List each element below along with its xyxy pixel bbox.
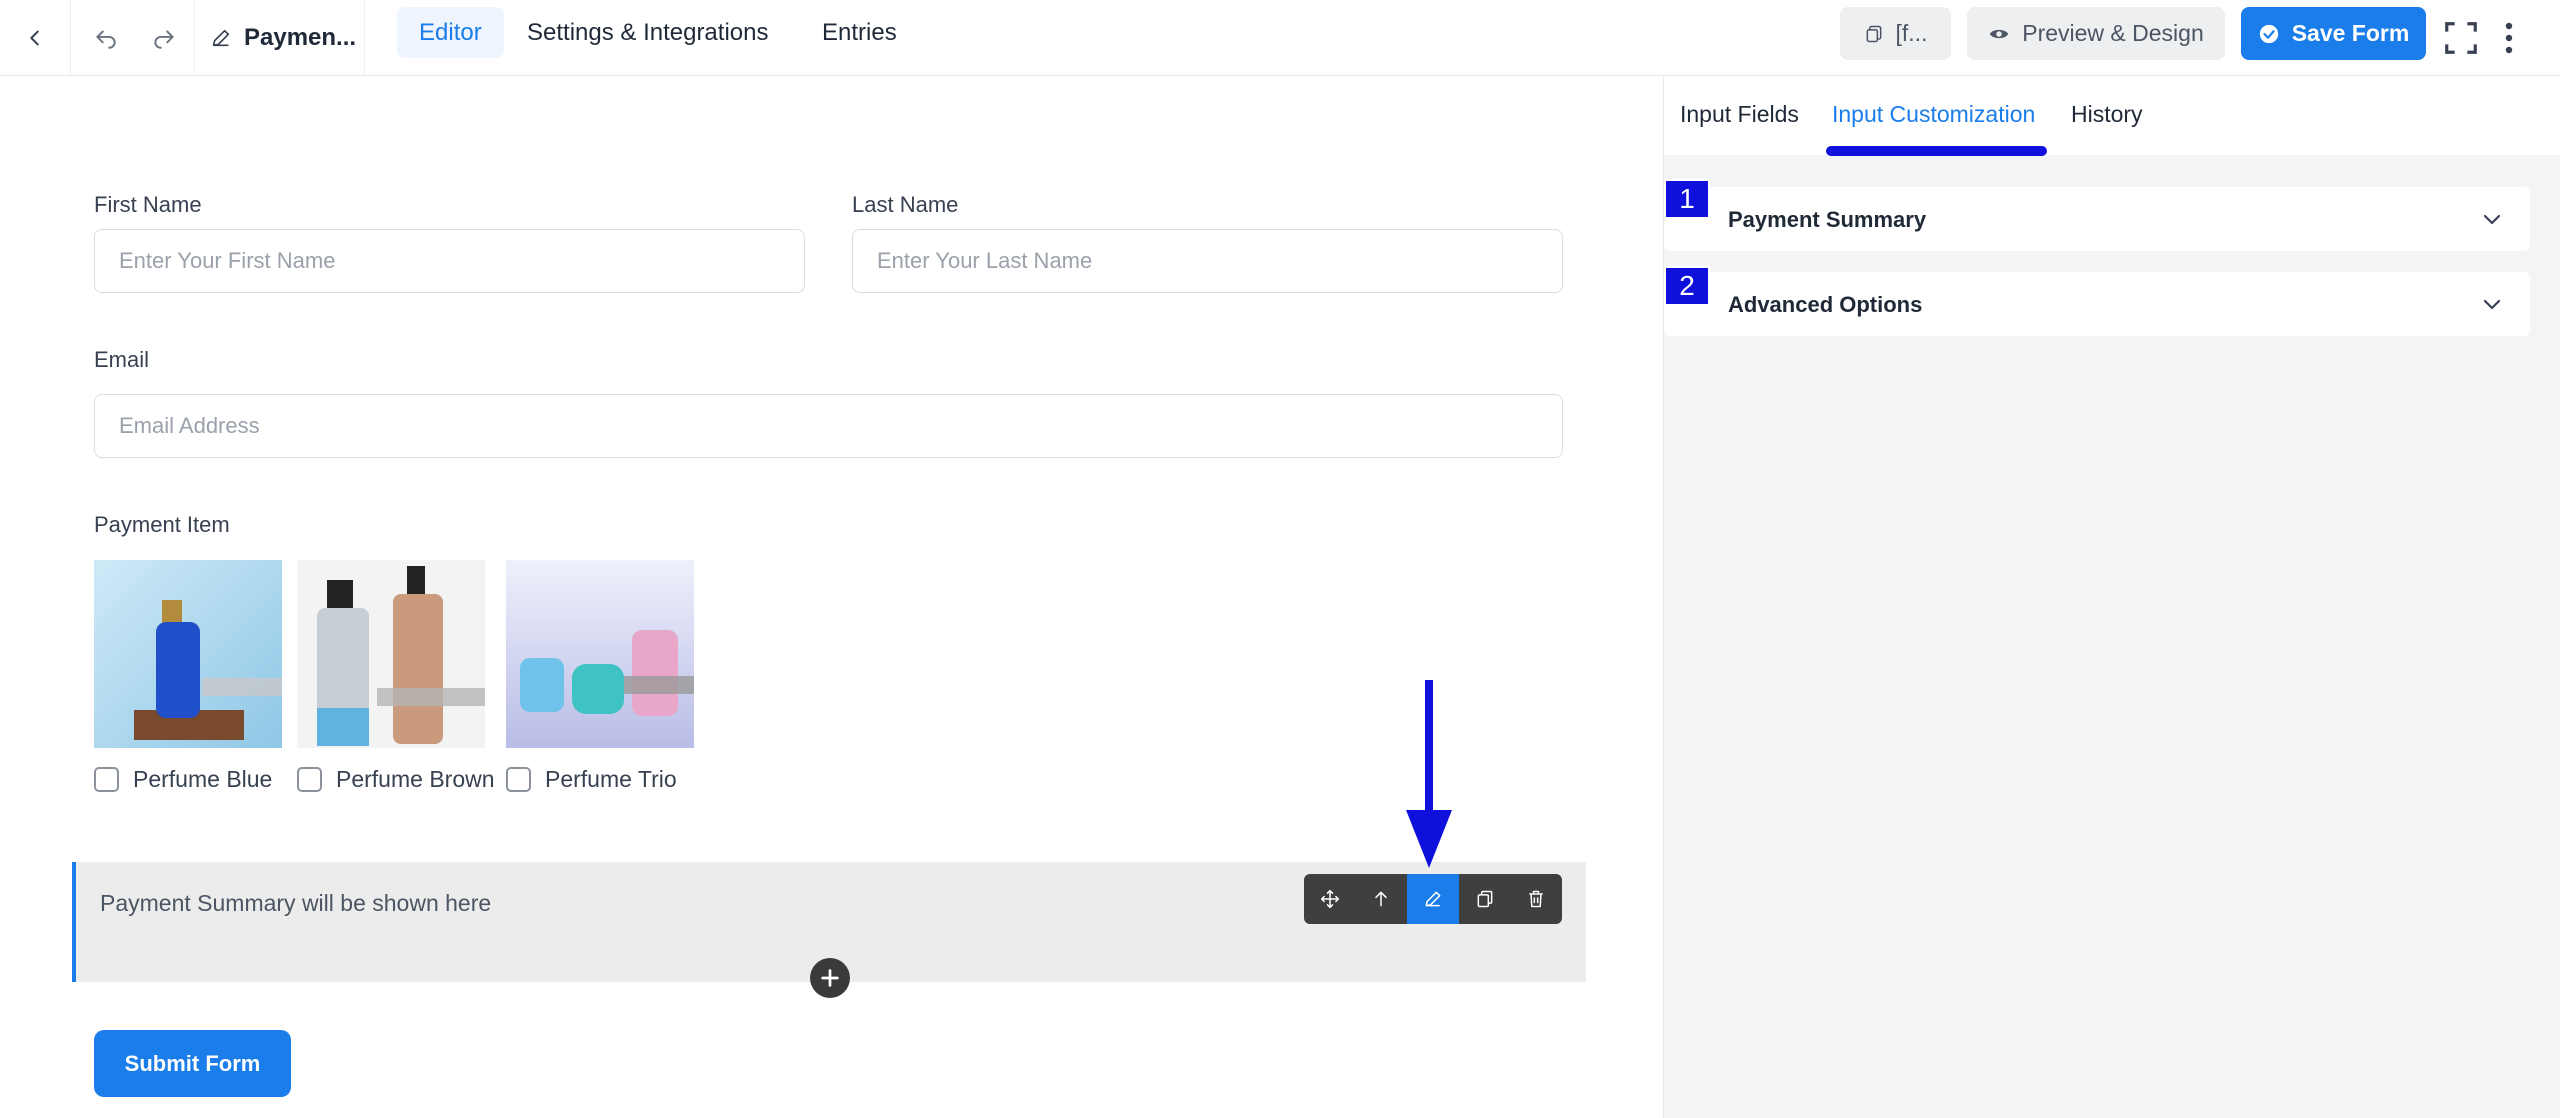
field-actions-toolbar — [1304, 874, 1562, 924]
plus-icon — [821, 969, 839, 987]
tab-settings-integrations[interactable]: Settings & Integrations — [505, 7, 790, 58]
submit-form-button[interactable]: Submit Form — [94, 1030, 291, 1097]
email-label: Email — [94, 347, 150, 372]
accordion-payment-summary[interactable]: 1 Payment Summary — [1664, 179, 2530, 251]
checkbox-box[interactable] — [297, 767, 322, 792]
perfume-trio-image[interactable] — [506, 560, 694, 748]
shortcode-button[interactable]: [f... — [1840, 7, 1951, 60]
pencil-icon — [212, 29, 230, 47]
tab-editor-label: Editor — [419, 18, 482, 46]
fullscreen-icon — [2445, 22, 2477, 54]
payment-summary-text: Payment Summary will be shown here — [100, 890, 492, 916]
add-field-button[interactable] — [810, 958, 850, 998]
last-name-placeholder: Enter Your Last Name — [877, 248, 1093, 273]
annotation-number: 1 — [1664, 179, 1710, 219]
undo-icon — [96, 30, 116, 49]
email-input[interactable]: Email Address — [94, 394, 1563, 458]
form-title[interactable]: Paymen... — [210, 0, 356, 76]
divider — [70, 0, 71, 76]
perfume-brown-image[interactable] — [297, 560, 485, 748]
divider — [194, 0, 195, 76]
copy-icon — [1477, 890, 1492, 908]
tab-entries[interactable]: Entries — [800, 7, 919, 58]
tab-input-customization-label: Input Customization — [1832, 101, 2036, 127]
checkbox-label: Perfume Blue — [133, 766, 273, 792]
more-options-button[interactable] — [2494, 0, 2524, 76]
tab-settings-label: Settings & Integrations — [527, 18, 769, 46]
checkbox-box[interactable] — [506, 767, 531, 792]
eye-icon — [1990, 29, 2009, 38]
copy-icon — [1866, 25, 1881, 42]
checkbox-box[interactable] — [94, 767, 119, 792]
tab-history-label: History — [2071, 101, 2143, 127]
annotation-number: 2 — [1664, 266, 1710, 306]
tab-history[interactable]: History — [2071, 101, 2143, 128]
undo-button[interactable] — [78, 0, 134, 76]
checkbox-perfume-blue[interactable]: Perfume Blue — [94, 766, 272, 793]
move-up-button[interactable] — [1356, 874, 1408, 924]
save-form-label: Save Form — [2291, 20, 2410, 46]
edit-field-button[interactable] — [1407, 874, 1459, 924]
first-name-label: First Name — [94, 192, 202, 217]
checkbox-perfume-brown[interactable]: Perfume Brown — [297, 766, 495, 793]
top-bar: Paymen... Editor Settings & Integrations… — [0, 0, 2560, 76]
arrow-up-icon — [1375, 891, 1388, 907]
payment-item-label: Payment Item — [94, 512, 230, 537]
duplicate-button[interactable] — [1459, 874, 1511, 924]
email-placeholder: Email Address — [119, 413, 260, 438]
checkbox-label: Perfume Trio — [545, 766, 677, 792]
form-title-text: Paymen... — [244, 24, 357, 51]
chevron-down-icon — [2483, 299, 2501, 310]
back-button[interactable] — [0, 0, 70, 76]
move-icon — [1320, 889, 1339, 909]
checkbox-label: Perfume Brown — [336, 766, 495, 792]
annotation-arrow-icon — [1406, 680, 1452, 868]
checkbox-perfume-trio[interactable]: Perfume Trio — [506, 766, 677, 793]
tab-entries-label: Entries — [822, 18, 897, 46]
tab-editor[interactable]: Editor — [397, 7, 504, 58]
more-vertical-icon — [2505, 22, 2513, 54]
settings-sidebar: Input Fields Input Customization History… — [1663, 77, 2560, 1118]
move-button[interactable] — [1304, 874, 1356, 924]
save-form-button[interactable]: Save Form — [2241, 7, 2426, 60]
pencil-icon — [1425, 891, 1441, 907]
redo-button[interactable] — [136, 0, 192, 76]
first-name-placeholder: Enter Your First Name — [119, 248, 336, 273]
redo-icon — [154, 30, 174, 49]
chevron-left-icon — [30, 30, 39, 46]
submit-form-label: Submit Form — [124, 1050, 261, 1076]
sidebar-tabs: Input Fields Input Customization History — [1664, 77, 2560, 156]
active-tab-indicator — [1826, 146, 2047, 156]
last-name-input[interactable]: Enter Your Last Name — [852, 229, 1563, 293]
divider — [364, 0, 365, 76]
shortcode-label: [f... — [1895, 20, 1928, 46]
preview-design-label: Preview & Design — [2022, 20, 2204, 46]
preview-design-button[interactable]: Preview & Design — [1967, 7, 2225, 60]
perfume-blue-image[interactable] — [94, 560, 282, 748]
fullscreen-button[interactable] — [2440, 0, 2482, 76]
tab-input-customization[interactable]: Input Customization — [1832, 101, 2035, 128]
accordion-title: Payment Summary — [1728, 207, 1927, 232]
last-name-label: Last Name — [852, 192, 959, 217]
chevron-down-icon — [2483, 214, 2501, 225]
accordion-title: Advanced Options — [1728, 292, 1923, 317]
check-circle-icon — [2259, 24, 2278, 43]
tab-input-fields-label: Input Fields — [1680, 101, 1799, 127]
trash-icon — [1529, 890, 1543, 908]
accordion-advanced-options[interactable]: 2 Advanced Options — [1664, 266, 2530, 336]
tab-input-fields[interactable]: Input Fields — [1680, 101, 1799, 128]
delete-button[interactable] — [1510, 874, 1562, 924]
first-name-input[interactable]: Enter Your First Name — [94, 229, 805, 293]
